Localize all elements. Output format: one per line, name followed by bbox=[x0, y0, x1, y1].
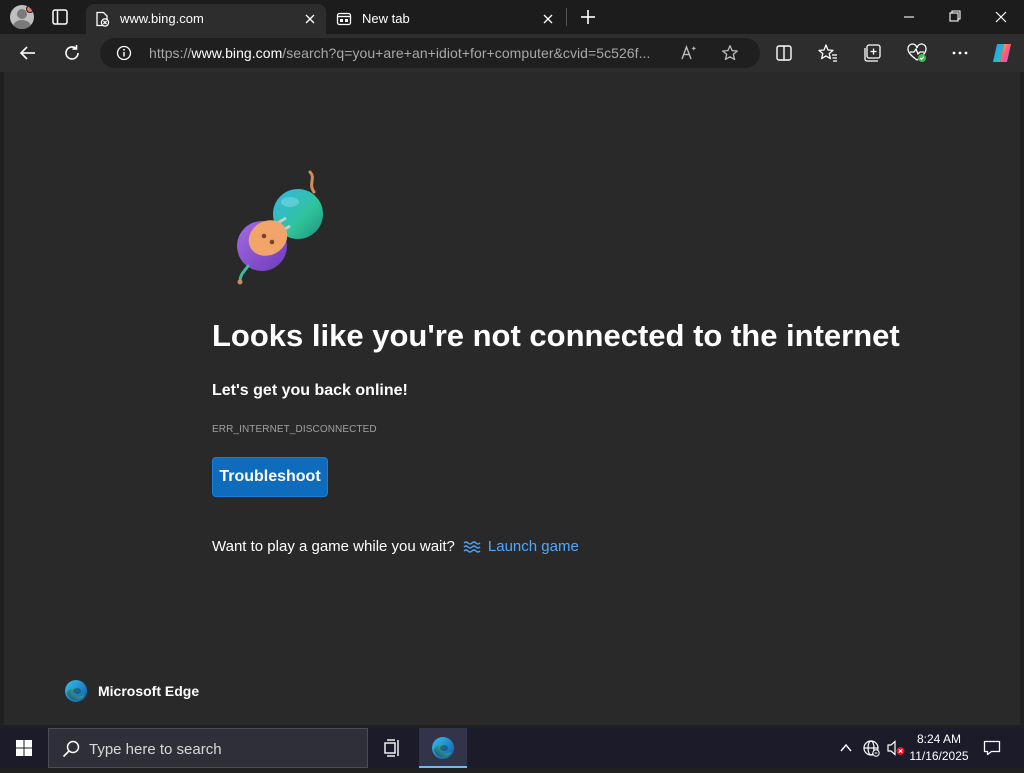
restore-icon[interactable] bbox=[932, 0, 978, 34]
tab-close-icon[interactable] bbox=[302, 11, 318, 27]
game-prompt-text: Want to play a game while you wait? bbox=[212, 538, 455, 555]
tab-title: www.bing.com bbox=[120, 11, 204, 26]
launch-game-link[interactable]: Launch game bbox=[488, 538, 579, 555]
system-clock[interactable]: 8:24 AM 11/16/2025 bbox=[906, 731, 972, 765]
disconnected-plug-icon bbox=[228, 170, 328, 286]
profile-avatar-icon[interactable] bbox=[10, 5, 34, 29]
tab-bing[interactable]: www.bing.com bbox=[86, 4, 326, 34]
network-globe-icon[interactable] bbox=[862, 739, 880, 757]
tab-new-tab[interactable]: New tab bbox=[328, 4, 564, 34]
new-tab-icon bbox=[336, 11, 352, 27]
brand-name: Microsoft Edge bbox=[98, 683, 200, 699]
read-aloud-icon[interactable] bbox=[680, 44, 698, 62]
clock-date: 11/16/2025 bbox=[909, 749, 969, 763]
page-title: Looks like you're not connected to the i… bbox=[212, 318, 900, 353]
tab-actions-icon[interactable] bbox=[48, 5, 72, 29]
surf-wave-icon[interactable] bbox=[463, 540, 481, 554]
new-tab-plus-icon[interactable] bbox=[576, 5, 600, 29]
edge-logo-icon bbox=[64, 679, 88, 703]
clock-time: 8:24 AM bbox=[916, 732, 962, 746]
browser-essentials-icon[interactable] bbox=[905, 41, 929, 65]
more-options-icon[interactable] bbox=[948, 41, 972, 65]
page-subtitle: Let's get you back online! bbox=[212, 382, 408, 399]
task-view-icon[interactable] bbox=[380, 736, 404, 760]
close-window-icon[interactable] bbox=[978, 0, 1024, 34]
copilot-icon[interactable] bbox=[990, 41, 1014, 65]
site-info-icon[interactable] bbox=[116, 45, 132, 61]
back-arrow-icon[interactable] bbox=[16, 41, 40, 65]
refresh-icon[interactable] bbox=[60, 41, 84, 65]
volume-muted-icon[interactable] bbox=[886, 739, 906, 757]
split-screen-icon[interactable] bbox=[772, 41, 796, 65]
taskbar-edge-button[interactable] bbox=[419, 728, 467, 768]
search-icon bbox=[61, 739, 81, 759]
page-content: Looks like you're not connected to the i… bbox=[4, 72, 1020, 725]
page-error-icon bbox=[94, 11, 110, 27]
favorites-icon[interactable] bbox=[816, 41, 840, 65]
notifications-icon[interactable] bbox=[982, 738, 1002, 758]
windows-taskbar: Type here to search 8:24 AM 11/16/2025 bbox=[0, 728, 1024, 768]
tab-title: New tab bbox=[362, 11, 410, 26]
edge-logo-icon bbox=[431, 736, 455, 760]
tab-separator bbox=[566, 8, 567, 26]
edge-branding: Microsoft Edge bbox=[64, 679, 199, 703]
troubleshoot-button[interactable]: Troubleshoot bbox=[212, 457, 328, 497]
tab-close-icon[interactable] bbox=[540, 11, 556, 27]
error-code: ERR_INTERNET_DISCONNECTED bbox=[212, 424, 377, 435]
url-text[interactable]: https://www.bing.com/search?q=you+are+an… bbox=[149, 45, 669, 61]
tab-strip: www.bing.com New tab bbox=[0, 0, 1024, 34]
game-prompt-line: Want to play a game while you wait? Laun… bbox=[212, 538, 579, 555]
browser-toolbar: https://www.bing.com/search?q=you+are+an… bbox=[0, 34, 1024, 72]
taskbar-search-input[interactable]: Type here to search bbox=[48, 728, 368, 768]
favorite-star-icon[interactable] bbox=[721, 44, 739, 62]
minimize-icon[interactable] bbox=[886, 0, 932, 34]
show-hidden-icons-chevron-icon[interactable] bbox=[838, 740, 854, 756]
search-placeholder: Type here to search bbox=[89, 741, 222, 758]
collections-icon[interactable] bbox=[861, 41, 885, 65]
windows-start-icon[interactable] bbox=[0, 728, 48, 768]
address-bar[interactable]: https://www.bing.com/search?q=you+are+an… bbox=[100, 38, 760, 68]
